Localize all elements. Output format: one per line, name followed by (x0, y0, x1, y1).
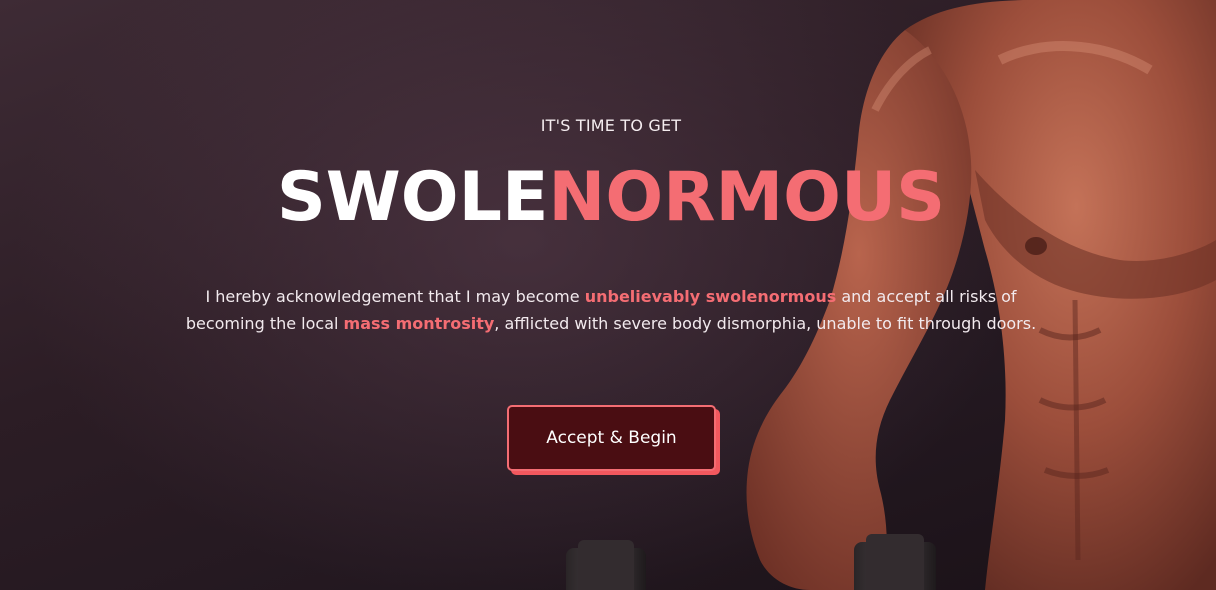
description-highlight-swolenormous: unbelievably swolenormous (584, 287, 837, 306)
hero-headline: SWOLENORMOUS (0, 158, 1216, 238)
description-text: I hereby acknowledgement that I may beco… (205, 287, 585, 306)
hero-eyebrow: IT'S TIME TO GET (540, 116, 682, 135)
description-text: , afflicted with severe body dismorphia,… (494, 314, 1037, 333)
accept-and-begin-button[interactable]: Accept & Begin (507, 405, 716, 471)
headline-word-swole: SWOLE (276, 158, 549, 237)
hero-section: IT'S TIME TO GET SWOLENORMOUS I hereby a… (0, 0, 1216, 590)
description-highlight-mass-montrosity: mass montrosity (343, 314, 495, 333)
hero-content: IT'S TIME TO GET SWOLENORMOUS I hereby a… (0, 0, 1216, 590)
hero-description: I hereby acknowledgement that I may beco… (180, 283, 1042, 337)
headline-word-normous: NORMOUS (548, 158, 946, 237)
